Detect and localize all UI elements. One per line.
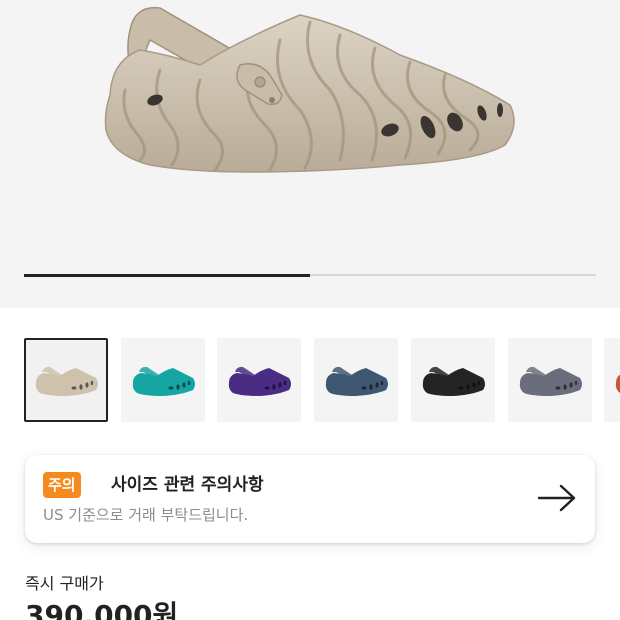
thumbnail-beige[interactable]: [24, 338, 108, 422]
product-image: [104, 6, 515, 173]
instant-buy-label: 즉시 구매가: [25, 574, 104, 593]
thumbnail-red[interactable]: [604, 338, 620, 422]
instant-buy-price: 390,000원: [25, 599, 179, 620]
caution-badge: 주의: [43, 472, 81, 498]
thumbnail-shoe-image: [35, 366, 98, 396]
thumbnail-shoe-image: [616, 374, 620, 393]
image-progress-bar: [24, 273, 596, 277]
thumbnail-navy[interactable]: [314, 338, 399, 422]
thumbnail-shoe-image: [132, 366, 195, 396]
color-thumbnail-list: [24, 338, 620, 422]
product-image-carousel[interactable]: [0, 0, 620, 308]
thumbnail-shoe-image: [422, 366, 485, 396]
thumbnail-purple[interactable]: [217, 338, 302, 422]
size-notice-card[interactable]: 주의 사이즈 관련 주의사항 US 기준으로 거래 부탁드립니다.: [25, 455, 595, 543]
thumbnail-grey[interactable]: [507, 338, 592, 422]
thumbnail-black[interactable]: [410, 338, 495, 422]
thumbnail-teal[interactable]: [120, 338, 205, 422]
thumbnail-shoe-image: [229, 366, 292, 396]
notice-subtitle: US 기준으로 거래 부탁드립니다.: [43, 506, 249, 524]
image-progress-indicator: [24, 273, 310, 277]
thumbnail-shoe-image: [325, 366, 389, 396]
arrow-right-icon[interactable]: [537, 483, 577, 513]
notice-title: 사이즈 관련 주의사항: [111, 475, 264, 495]
thumbnail-shoe-image: [519, 366, 582, 396]
